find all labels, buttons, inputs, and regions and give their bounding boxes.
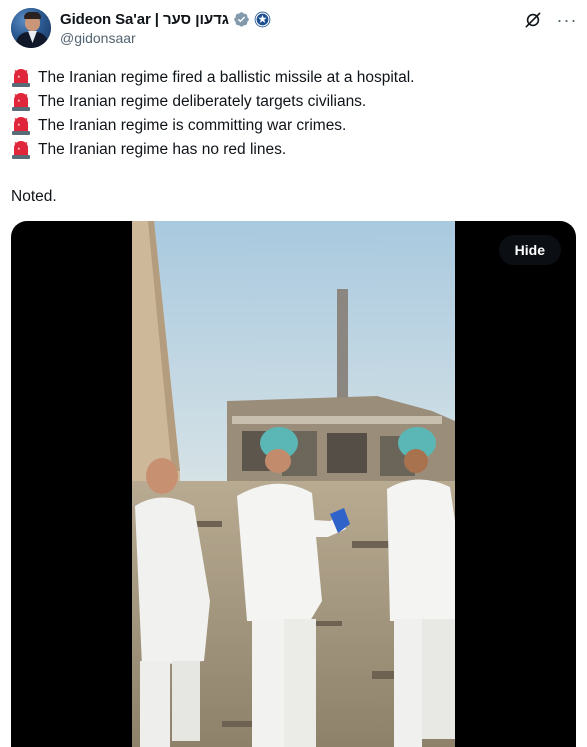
flag-emblem-icon — [254, 11, 271, 27]
author-name-row[interactable]: Gideon Sa'ar | גדעון סער — [60, 9, 271, 29]
tweet-line-text: The Iranian regime is committing war cri… — [38, 117, 347, 134]
tweet-line: The Iranian regime is committing war cri… — [11, 114, 571, 138]
avatar[interactable] — [11, 8, 51, 48]
police-siren-icon — [12, 117, 30, 135]
tweet-video[interactable]: Hide — [11, 221, 576, 747]
police-siren-icon — [12, 69, 30, 87]
tweet-line: The Iranian regime fired a ballistic mis… — [11, 66, 571, 90]
verified-badge-icon — [234, 11, 249, 27]
tweet-text: The Iranian regime fired a ballistic mis… — [11, 66, 571, 162]
author-handle[interactable]: @gidonsaar — [60, 30, 136, 46]
police-siren-icon — [12, 93, 30, 111]
tweet-closing-text: Noted. — [11, 188, 57, 205]
more-options-icon[interactable]: ··· — [557, 10, 577, 30]
police-siren-icon — [12, 141, 30, 159]
video-frame[interactable] — [132, 221, 455, 747]
tweet-actions: ··· — [523, 10, 577, 30]
tweet-line: The Iranian regime deliberately targets … — [11, 90, 571, 114]
tweet-line-text: The Iranian regime fired a ballistic mis… — [38, 69, 415, 86]
grok-icon[interactable] — [523, 10, 543, 30]
hide-media-button[interactable]: Hide — [498, 235, 561, 265]
tweet-line-text: The Iranian regime has no red lines. — [38, 141, 287, 158]
tweet-line-text: The Iranian regime deliberately targets … — [38, 93, 367, 110]
display-name[interactable]: Gideon Sa'ar | גדעון סער — [60, 11, 229, 28]
tweet-line: The Iranian regime has no red lines. — [11, 138, 571, 162]
